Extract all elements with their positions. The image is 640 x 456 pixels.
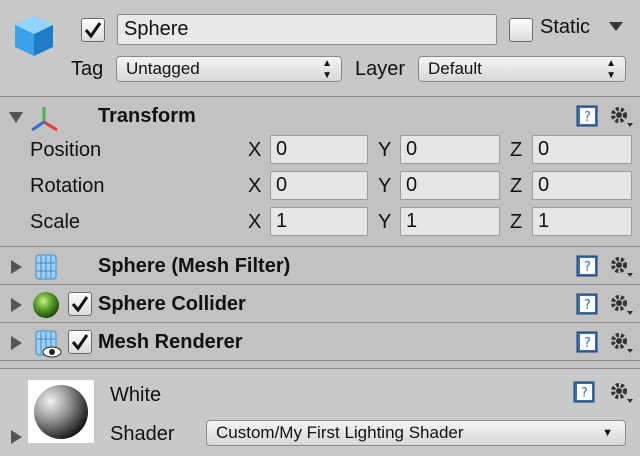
object-name-input[interactable]: Sphere (117, 14, 497, 45)
axis-x-label: X (248, 139, 262, 161)
rotation-z-field[interactable]: 0 (532, 171, 632, 200)
sphere-collider-title: Sphere Collider (98, 293, 246, 315)
updown-arrows-icon: ▲ ▼ (322, 58, 332, 81)
mesh-filter-title: Sphere (Mesh Filter) (98, 255, 291, 277)
foldout-expanded-icon[interactable] (9, 112, 23, 123)
static-dropdown-arrow-icon[interactable] (609, 22, 623, 31)
svg-text:?: ? (584, 110, 591, 125)
divider (0, 246, 640, 247)
axis-y-label: Y (378, 175, 392, 197)
axis-y-label: Y (378, 139, 392, 161)
foldout-collapsed-icon[interactable] (11, 260, 22, 274)
active-checkbox[interactable] (81, 18, 105, 42)
checkmark-icon (71, 296, 89, 313)
shader-dropdown[interactable]: Custom/My First Lighting Shader ▼ (206, 420, 626, 446)
axis-z-label: Z (510, 139, 523, 161)
tag-dropdown[interactable]: Untagged ▲ ▼ (116, 56, 342, 82)
static-label: Static (540, 16, 591, 38)
mesh-renderer-title: Mesh Renderer (98, 331, 243, 353)
position-z-field[interactable]: 0 (532, 135, 632, 164)
help-book-icon[interactable]: ? (575, 254, 599, 278)
svg-text:?: ? (584, 298, 591, 313)
axis-y-label: Y (378, 211, 392, 233)
help-book-icon[interactable]: ? (575, 104, 599, 128)
gameobject-cube-icon (15, 16, 53, 56)
checkmark-icon (84, 22, 102, 39)
dropdown-arrow-icon: ▼ (602, 427, 613, 439)
mesh-filter-icon (35, 254, 57, 280)
layer-dropdown[interactable]: Default ▲ ▼ (418, 56, 626, 82)
help-book-icon[interactable]: ? (572, 380, 596, 404)
rotation-y-field[interactable]: 0 (400, 171, 500, 200)
sphere-collider-icon (33, 292, 59, 318)
help-book-icon[interactable]: ? (575, 330, 599, 354)
divider (0, 284, 640, 285)
scale-label: Scale (30, 211, 81, 233)
axis-x-label: X (248, 175, 262, 197)
svg-text:?: ? (584, 260, 591, 275)
axis-z-label: Z (510, 175, 523, 197)
gear-icon[interactable] (608, 292, 634, 316)
gear-icon[interactable] (608, 380, 634, 404)
position-y-field[interactable]: 0 (400, 135, 500, 164)
position-x-field[interactable]: 0 (270, 135, 368, 164)
sphere-collider-enabled-checkbox[interactable] (68, 292, 92, 316)
foldout-collapsed-icon[interactable] (11, 430, 22, 444)
gear-icon[interactable] (608, 104, 634, 128)
divider (0, 360, 640, 361)
shader-value: Custom/My First Lighting Shader (216, 423, 464, 442)
tag-label: Tag (71, 58, 104, 80)
static-checkbox[interactable] (509, 18, 533, 42)
axis-x-label: X (248, 211, 262, 233)
updown-arrows-icon: ▲ ▼ (606, 58, 616, 81)
layer-value: Default (428, 59, 482, 78)
axis-z-label: Z (510, 211, 523, 233)
transform-axes-icon (31, 107, 58, 132)
tag-value: Untagged (126, 59, 200, 78)
help-book-icon[interactable]: ? (575, 292, 599, 316)
checkmark-icon (71, 334, 89, 351)
scale-z-field[interactable]: 1 (532, 207, 632, 236)
sphere-preview-icon (34, 385, 88, 439)
foldout-collapsed-icon[interactable] (11, 298, 22, 312)
rotation-x-field[interactable]: 0 (270, 171, 368, 200)
svg-text:?: ? (584, 336, 591, 351)
gear-icon[interactable] (608, 254, 634, 278)
scale-y-field[interactable]: 1 (400, 207, 500, 236)
position-label: Position (30, 139, 102, 161)
shader-label: Shader (110, 423, 175, 445)
divider (0, 322, 640, 323)
mesh-renderer-icon (35, 330, 62, 358)
layer-label: Layer (355, 58, 406, 80)
foldout-collapsed-icon[interactable] (11, 336, 22, 350)
material-name: White (110, 384, 162, 406)
mesh-renderer-enabled-checkbox[interactable] (68, 330, 92, 354)
gear-icon[interactable] (608, 330, 634, 354)
scale-x-field[interactable]: 1 (270, 207, 368, 236)
rotation-label: Rotation (30, 175, 105, 197)
material-preview[interactable] (28, 380, 94, 443)
transform-title: Transform (98, 105, 196, 127)
svg-text:?: ? (581, 386, 588, 401)
